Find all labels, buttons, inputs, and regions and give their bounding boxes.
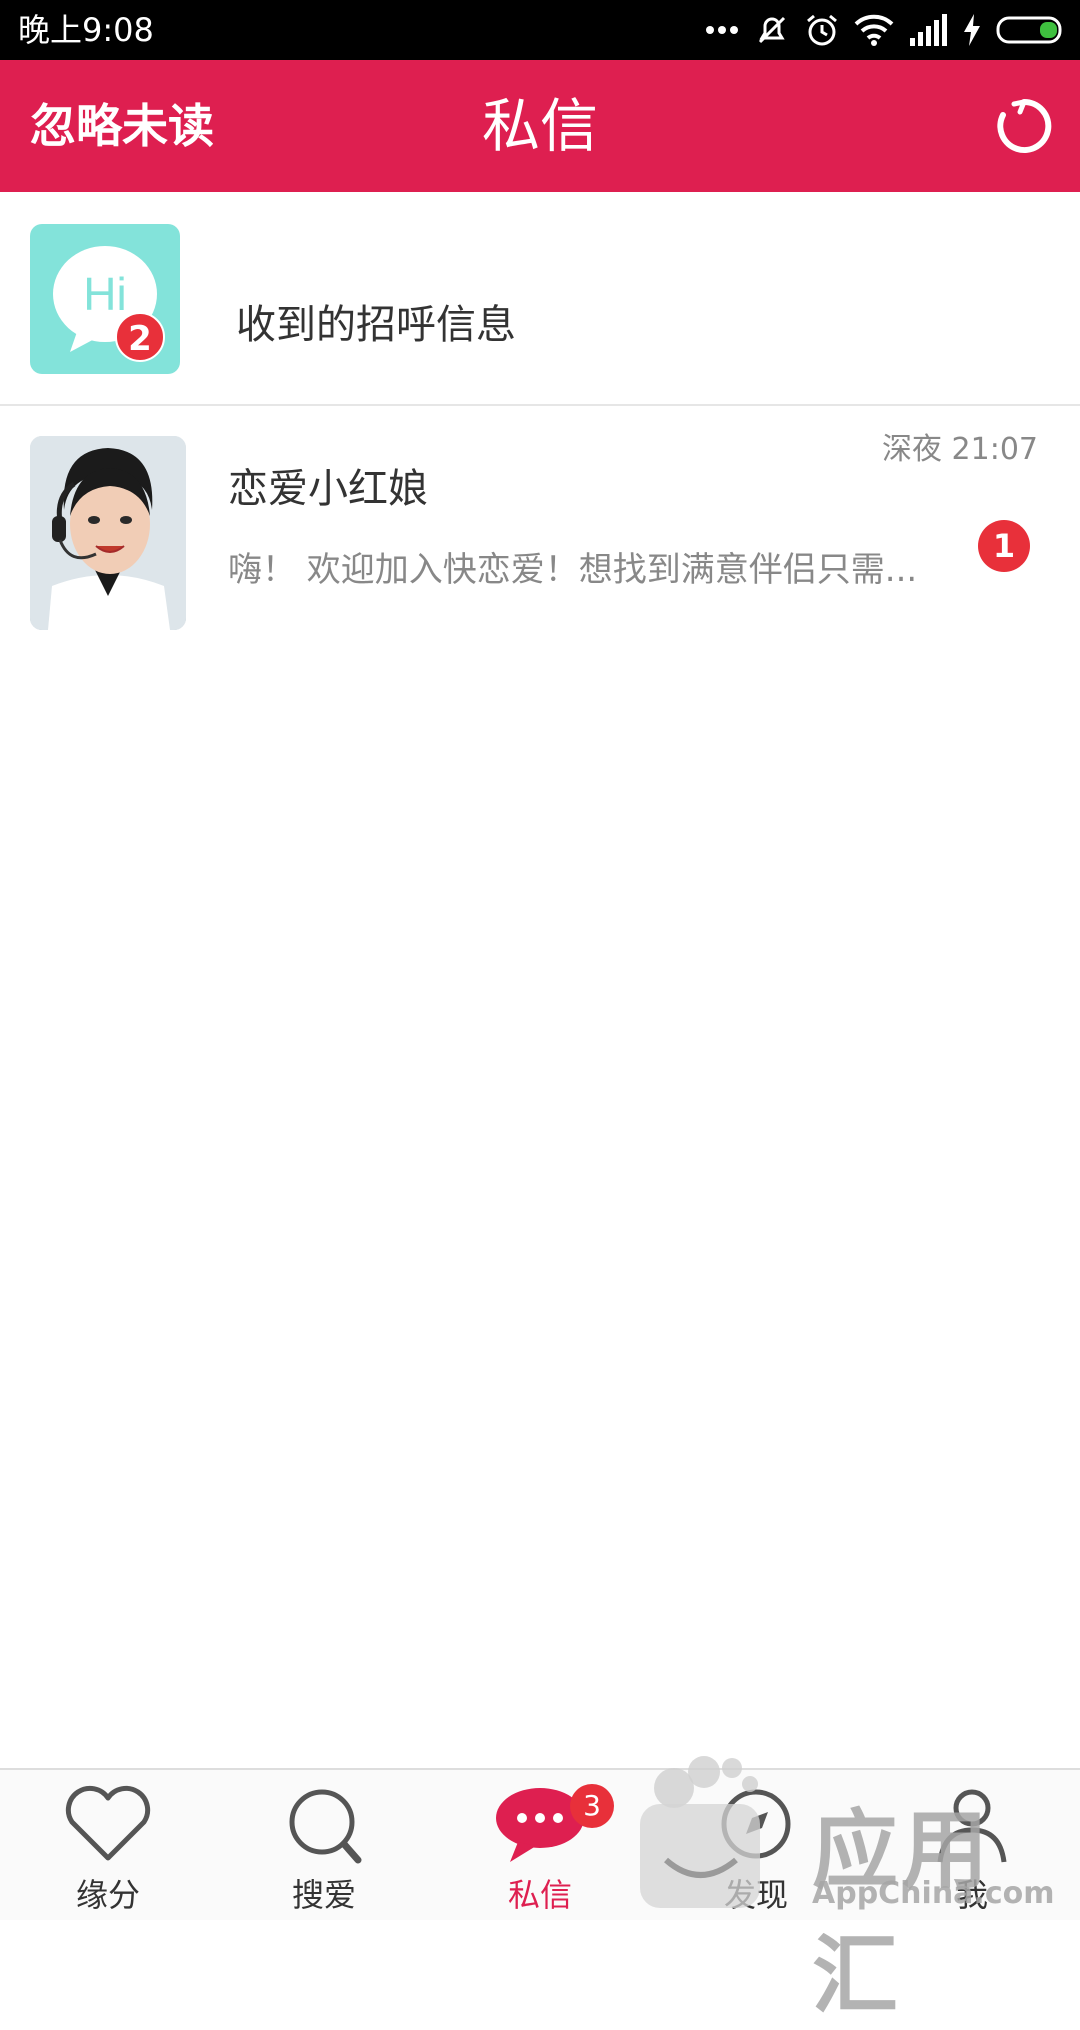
greetings-avatar: Hi 2 xyxy=(30,224,180,374)
refresh-icon[interactable] xyxy=(994,96,1054,156)
more-dots-icon xyxy=(706,26,738,34)
tab-yuanfen-label: 缘分 xyxy=(75,1876,140,1914)
greetings-unread-badge: 2 xyxy=(115,312,165,362)
page-title: 私信 xyxy=(481,92,598,160)
conversation-name: 恋爱小红娘 xyxy=(228,466,428,512)
tab-faxian[interactable]: 发现 xyxy=(648,1770,864,1920)
compass-icon xyxy=(721,1789,791,1859)
conversation-item[interactable]: 深夜 21:07 恋爱小红娘 嗨！ 欢迎加入快恋爱！想找到满意伴侣只需... 1 xyxy=(0,406,1080,646)
alarm-icon xyxy=(807,14,837,46)
tab-sixin[interactable]: 3 私信 xyxy=(432,1770,648,1920)
tab-wo[interactable]: 我 xyxy=(864,1770,1080,1920)
greetings-row[interactable]: Hi 2 收到的招呼信息 xyxy=(0,192,1080,406)
charging-icon xyxy=(964,14,980,46)
tab-faxian-label: 发现 xyxy=(723,1876,788,1914)
hi-avatar-text: Hi xyxy=(83,268,126,320)
matchmaker-portrait xyxy=(30,436,186,630)
status-time: 晚上9:08 xyxy=(18,11,154,49)
search-icon xyxy=(289,1789,362,1864)
tab-sixin-label: 私信 xyxy=(507,1876,572,1914)
conversation-preview: 嗨！ 欢迎加入快恋爱！想找到满意伴侣只需... xyxy=(228,550,918,590)
status-icons xyxy=(704,0,1066,60)
conversation-time: 深夜 21:07 xyxy=(882,432,1038,467)
tab-souai[interactable]: 搜爱 xyxy=(216,1770,432,1920)
unread-badge: 1 xyxy=(978,520,1030,572)
wifi-icon xyxy=(854,14,894,46)
tab-sixin-badge: 3 xyxy=(570,1784,614,1828)
status-bar: 晚上9:08 xyxy=(0,0,1080,60)
battery-icon xyxy=(996,16,1062,44)
tab-yuanfen[interactable]: 缘分 xyxy=(0,1770,216,1920)
heart-icon xyxy=(65,1785,151,1861)
mute-bell-icon xyxy=(758,16,786,44)
avatar xyxy=(30,436,186,630)
bottom-nav: 缘分 搜爱 3 私信 发现 我 xyxy=(0,1768,1080,1920)
person-icon xyxy=(937,1789,1007,1863)
app-header: 忽略未读 私信 xyxy=(0,60,1080,192)
tab-souai-label: 搜爱 xyxy=(291,1876,356,1914)
signal-icon xyxy=(910,14,947,46)
greetings-label: 收到的招呼信息 xyxy=(236,302,516,348)
tab-wo-label: 我 xyxy=(955,1876,988,1914)
